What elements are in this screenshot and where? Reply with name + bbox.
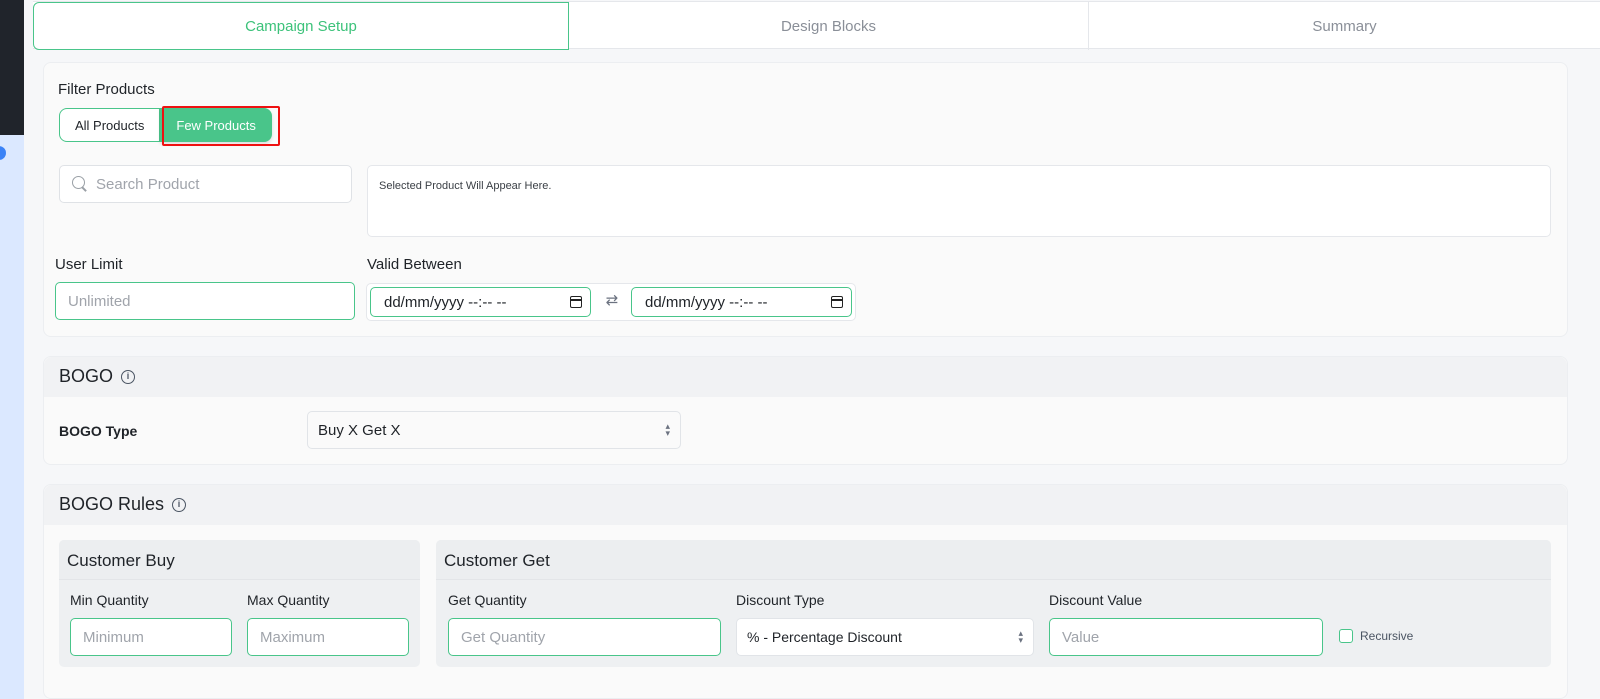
info-icon[interactable]: i bbox=[121, 369, 136, 384]
user-limit-label: User Limit bbox=[55, 256, 123, 273]
filter-products-toggle: All Products Few Products bbox=[59, 108, 272, 142]
bogo-rules-card-header bbox=[44, 485, 1567, 525]
recursive-label: Recursive bbox=[1360, 629, 1414, 643]
discount-value-placeholder: Value bbox=[1062, 628, 1100, 646]
bogo-rules-title: BOGO Rules i bbox=[59, 494, 187, 515]
sidebar-strip bbox=[0, 0, 24, 699]
calendar-icon[interactable] bbox=[570, 296, 582, 308]
search-placeholder: Search Product bbox=[96, 175, 200, 193]
discount-type-value: % - Percentage Discount bbox=[747, 629, 902, 645]
discount-value-label: Discount Value bbox=[1049, 592, 1143, 608]
get-quantity-placeholder: Get Quantity bbox=[461, 628, 546, 646]
discount-type-label: Discount Type bbox=[736, 592, 825, 608]
customer-get-header bbox=[436, 540, 1551, 580]
start-date-value: dd/mm/yyyy --:-- -- bbox=[384, 293, 507, 311]
min-quantity-label: Min Quantity bbox=[70, 592, 149, 608]
selected-products-text: Selected Product Will Appear Here. bbox=[379, 180, 552, 192]
search-product-input[interactable]: Search Product bbox=[59, 165, 352, 203]
all-products-button[interactable]: All Products bbox=[59, 108, 161, 142]
bogo-card bbox=[43, 356, 1568, 465]
max-quantity-input[interactable]: Maximum bbox=[247, 618, 409, 656]
step-tabs: Campaign Setup Design Blocks Summary bbox=[33, 1, 1600, 50]
get-quantity-label: Get Quantity bbox=[448, 592, 527, 608]
tab-campaign-setup[interactable]: Campaign Setup bbox=[33, 2, 569, 50]
valid-between-label: Valid Between bbox=[367, 256, 462, 273]
filter-products-label: Filter Products bbox=[58, 81, 155, 98]
start-date-input[interactable]: dd/mm/yyyy --:-- -- bbox=[370, 287, 591, 317]
bogo-card-header bbox=[44, 357, 1567, 397]
selected-products-area: Selected Product Will Appear Here. bbox=[367, 165, 1551, 237]
info-icon[interactable]: i bbox=[172, 497, 187, 512]
swap-arrows-icon: ⇄ bbox=[605, 292, 619, 309]
recursive-checkbox[interactable] bbox=[1339, 629, 1353, 643]
bogo-title: BOGO i bbox=[59, 366, 136, 387]
bogo-type-value: Buy X Get X bbox=[318, 421, 401, 439]
search-icon bbox=[72, 176, 88, 192]
tab-summary[interactable]: Summary bbox=[1089, 2, 1600, 50]
discount-type-select[interactable]: % - Percentage Discount ▴ ▾ bbox=[736, 618, 1034, 656]
discount-value-input[interactable]: Value bbox=[1049, 618, 1323, 656]
bogo-rules-title-text: BOGO Rules bbox=[59, 494, 165, 514]
bogo-title-text: BOGO bbox=[59, 366, 114, 386]
customer-get-title: Customer Get bbox=[444, 551, 550, 570]
user-limit-input[interactable]: Unlimited bbox=[55, 282, 355, 320]
max-quantity-label: Max Quantity bbox=[247, 592, 330, 608]
get-quantity-input[interactable]: Get Quantity bbox=[448, 618, 721, 656]
min-quantity-input[interactable]: Minimum bbox=[70, 618, 232, 656]
max-quantity-placeholder: Maximum bbox=[260, 628, 326, 646]
end-date-input[interactable]: dd/mm/yyyy --:-- -- bbox=[631, 287, 852, 317]
min-quantity-placeholder: Minimum bbox=[83, 628, 144, 646]
calendar-icon[interactable] bbox=[831, 296, 843, 308]
select-arrows-icon: ▴ ▾ bbox=[1018, 628, 1023, 645]
valid-between-range: dd/mm/yyyy --:-- -- ⇄ dd/mm/yyyy --:-- -… bbox=[366, 283, 856, 321]
tab-design-blocks[interactable]: Design Blocks bbox=[569, 2, 1089, 50]
select-arrows-icon: ▴ ▾ bbox=[665, 421, 670, 438]
customer-buy-title: Customer Buy bbox=[67, 551, 175, 570]
user-limit-placeholder: Unlimited bbox=[68, 292, 131, 310]
bogo-type-select[interactable]: Buy X Get X ▴ ▾ bbox=[307, 411, 681, 449]
end-date-value: dd/mm/yyyy --:-- -- bbox=[645, 293, 768, 311]
sidebar-band bbox=[0, 135, 24, 699]
bogo-type-label: BOGO Type bbox=[59, 423, 138, 439]
few-products-button[interactable]: Few Products bbox=[160, 108, 272, 142]
